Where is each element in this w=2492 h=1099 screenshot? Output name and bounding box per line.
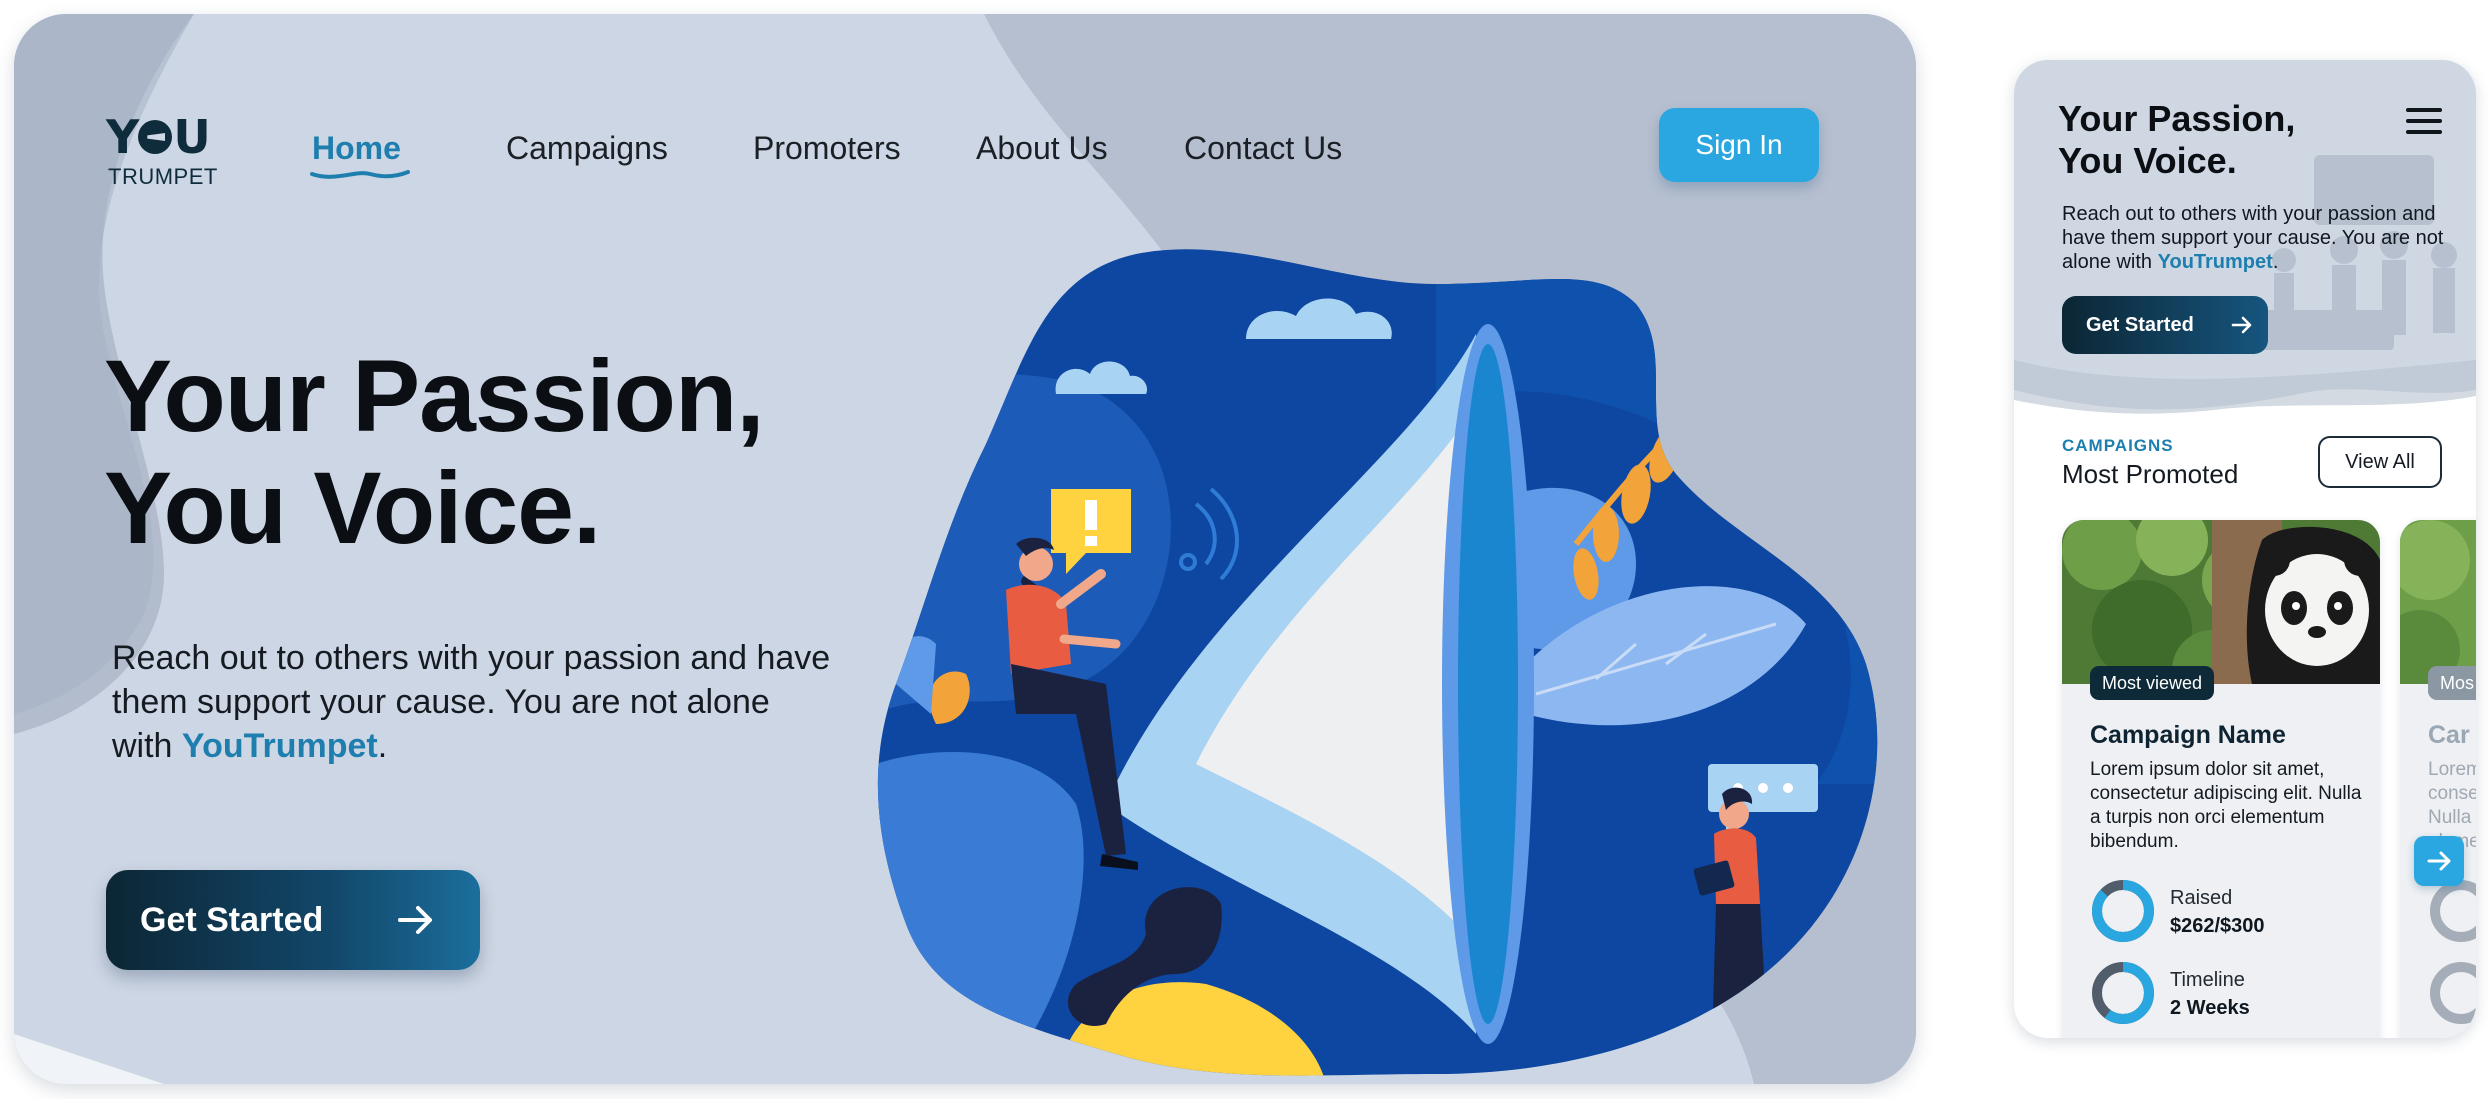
arrow-right-icon xyxy=(2231,316,2252,334)
hamburger-menu-icon[interactable] xyxy=(2406,108,2442,138)
campaign-card[interactable]: Most viewed Campaign Name Lorem ipsum do… xyxy=(2062,520,2380,1038)
nav-contact-us[interactable]: Contact Us xyxy=(1184,132,1342,164)
hero-title-line-2: You Voice. xyxy=(104,451,601,565)
raised-stat: Raised $262/$300 xyxy=(2090,878,2350,948)
nav-promoters[interactable]: Promoters xyxy=(753,132,901,164)
mobile-hero-title: Your Passion, You Voice. xyxy=(2058,98,2318,182)
logo-trumpet-icon xyxy=(138,120,173,154)
nav-campaigns[interactable]: Campaigns xyxy=(506,132,668,164)
nav-about-us[interactable]: About Us xyxy=(976,132,1108,164)
mobile-get-started-label: Get Started xyxy=(2086,314,2194,336)
most-viewed-badge: Most viewed xyxy=(2090,666,2215,700)
hero-description-end: . xyxy=(377,727,388,765)
mobile-landing-page: Your Passion, You Voice. Reach out to ot… xyxy=(2014,60,2476,1038)
mobile-get-started-button[interactable]: Get Started xyxy=(2062,296,2268,354)
section-title: Most Promoted xyxy=(2062,459,2239,489)
raised-label: Raised xyxy=(2170,887,2233,909)
mobile-brand-link[interactable]: YouTrumpet xyxy=(2158,251,2273,273)
campaign-photo xyxy=(2400,520,2476,684)
mobile-hero-title-line-1: Your Passion, xyxy=(2058,98,2296,139)
view-all-button[interactable]: View All xyxy=(2318,436,2442,488)
hero-title-line-1: Your Passion, xyxy=(104,339,765,453)
carousel-next-button[interactable] xyxy=(2414,836,2464,886)
raised-progress-arc xyxy=(2092,880,2154,942)
arrow-right-icon xyxy=(398,906,432,934)
campaign-title: Campaign Name xyxy=(2090,721,2286,749)
nav-active-underline xyxy=(310,170,410,179)
arrow-right-icon xyxy=(2427,851,2451,871)
campaign-card[interactable]: Mos Car Lorem conse Nulla eleme xyxy=(2400,520,2476,1038)
megaphone-illustration xyxy=(877,249,1878,1076)
logo-subtitle: TRUMPET xyxy=(108,164,218,189)
nav-home[interactable]: Home xyxy=(312,132,401,164)
desktop-landing-page: YU TRUMPET Home Campaigns Promoters Abou… xyxy=(14,14,1916,1084)
mobile-hero-description-end: . xyxy=(2272,251,2279,273)
get-started-label: Get Started xyxy=(140,901,324,939)
hero-title: Your Passion, You Voice. xyxy=(104,340,864,564)
most-viewed-badge: Mos xyxy=(2428,666,2476,700)
logo[interactable]: YU TRUMPET xyxy=(106,114,226,194)
hero-description: Reach out to others with your passion an… xyxy=(112,636,832,768)
mobile-hero-title-line-2: You Voice. xyxy=(2058,140,2237,181)
campaign-description: Lorem ipsum dolor sit amet, consectetur … xyxy=(2090,759,2362,852)
brand-link[interactable]: YouTrumpet xyxy=(182,727,378,765)
get-started-button[interactable]: Get Started xyxy=(106,870,480,970)
timeline-value: 2 Weeks xyxy=(2170,997,2250,1019)
section-kicker: CAMPAIGNS xyxy=(2062,436,2174,455)
progress-ring xyxy=(2430,962,2476,1024)
logo-wordmark: YU xyxy=(106,110,211,164)
sign-in-button[interactable]: Sign In xyxy=(1659,108,1819,182)
panda-photo xyxy=(2062,520,2380,684)
progress-ring xyxy=(2430,880,2476,942)
timeline-stat: Timeline 2 Weeks xyxy=(2090,960,2350,1030)
timeline-progress-ring xyxy=(2092,962,2154,1024)
raised-value: $262/$300 xyxy=(2170,915,2265,937)
mobile-hero-description: Reach out to others with your passion an… xyxy=(2062,202,2462,274)
raised-progress-ring xyxy=(2092,880,2154,942)
campaign-title: Car xyxy=(2428,721,2470,749)
timeline-label: Timeline xyxy=(2170,969,2245,991)
